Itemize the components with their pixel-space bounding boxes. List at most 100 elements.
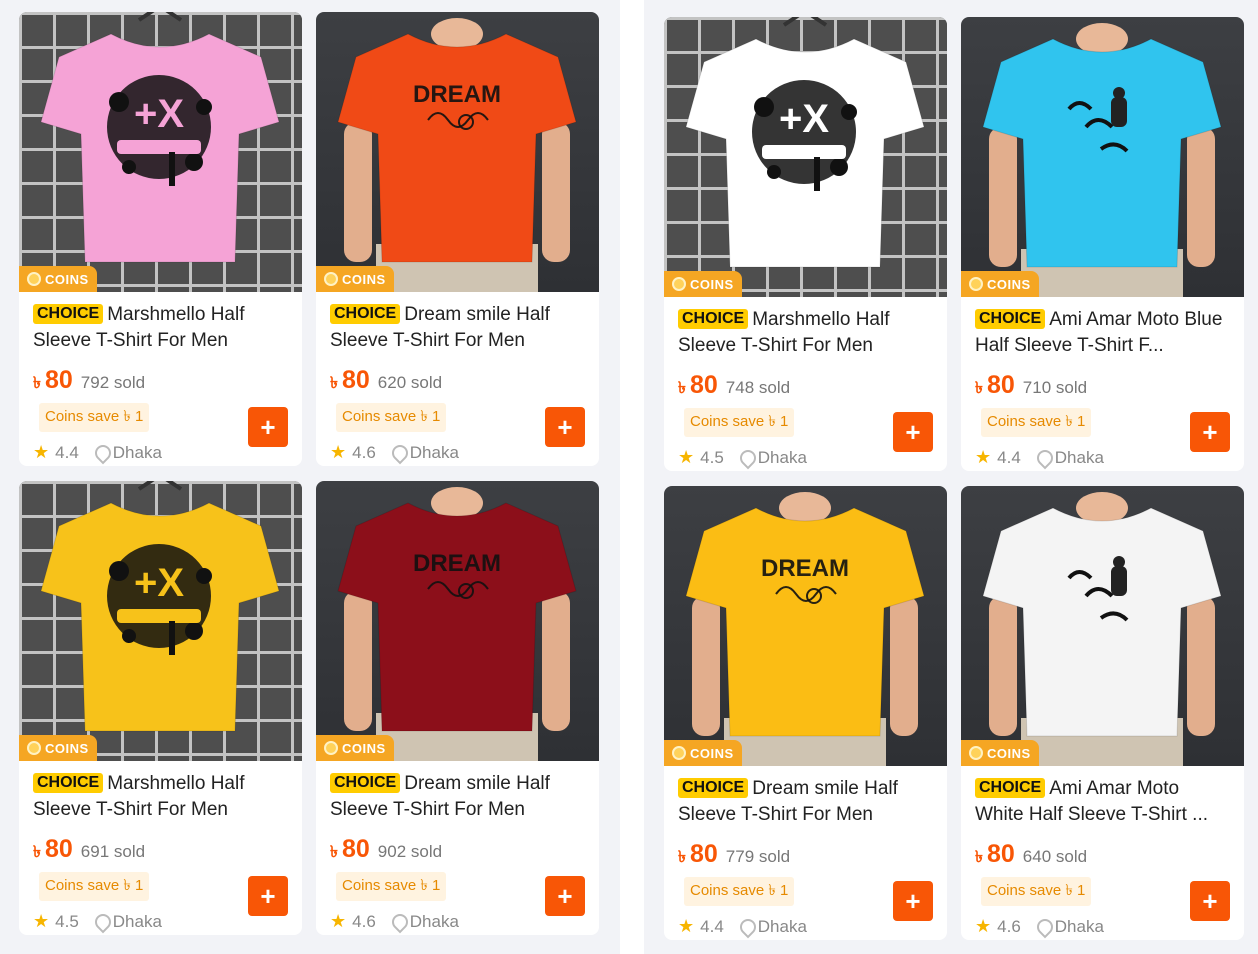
currency-symbol: ৳ [678, 380, 686, 397]
rating-value: 4.4 [997, 447, 1021, 467]
product-card[interactable]: +X COINS CHOICE Marshmello Half Sleeve T-… [664, 17, 947, 471]
coins-save-tag: Coins save ৳ 1 [981, 408, 1092, 437]
coins-badge: COINS [664, 271, 742, 297]
product-title[interactable]: CHOICE Marshmello Half Sleeve T-Shirt For… [33, 771, 288, 823]
location-pin-icon [1037, 919, 1049, 935]
rating-value: 4.5 [700, 447, 724, 467]
tshirt-image [982, 23, 1222, 297]
star-icon: ★ [33, 442, 50, 462]
svg-text:DREAM: DREAM [761, 555, 849, 582]
star-icon: ★ [678, 916, 695, 936]
product-card[interactable]: +X COINS CHOICE Marshmello Half Sleeve T-… [19, 481, 302, 935]
product-title[interactable]: CHOICE Marshmello Half Sleeve T-Shirt For… [33, 302, 288, 354]
coins-badge: COINS [961, 740, 1039, 766]
product-title[interactable]: CHOICE Dream smile Half Sleeve T-Shirt Fo… [330, 302, 585, 354]
product-title[interactable]: CHOICE Dream smile Half Sleeve T-Shirt Fo… [330, 771, 585, 823]
product-price: ৳ 80 [330, 366, 370, 397]
add-to-cart-button[interactable]: + [893, 881, 933, 921]
location-text: Dhaka [757, 916, 807, 936]
product-image[interactable]: +X COINS [664, 17, 947, 297]
product-image[interactable]: DREAM COINS [664, 486, 947, 766]
location-text: Dhaka [409, 911, 459, 931]
price-value: 80 [44, 366, 73, 394]
currency-symbol: ৳ [33, 375, 41, 392]
location-text: Dhaka [112, 911, 162, 931]
coins-save-tag: Coins save ৳ 1 [336, 872, 447, 901]
svg-text:DREAM: DREAM [413, 81, 501, 108]
price-row: ৳ 80 748 sold [678, 371, 933, 402]
coins-badge-label: COINS [342, 271, 386, 287]
coins-badge: COINS [961, 271, 1039, 297]
choice-badge: CHOICE [33, 773, 104, 793]
coins-badge-label: COINS [45, 271, 89, 287]
product-card[interactable]: COINS CHOICE Ami Amar Moto Blue Half Slee… [961, 17, 1244, 471]
star-icon: ★ [330, 911, 347, 931]
product-card[interactable]: DREAM COINS CHOICE Dream smile Half Sleev… [664, 486, 947, 940]
add-to-cart-button[interactable]: + [893, 412, 933, 452]
coins-badge-label: COINS [987, 276, 1031, 292]
product-card[interactable]: +X COINS CHOICE Marshmello Half Sleeve T-… [19, 12, 302, 466]
coins-save-tag: Coins save ৳ 1 [39, 872, 150, 901]
coins-badge-label: COINS [987, 745, 1031, 761]
location-text: Dhaka [112, 442, 162, 462]
currency-symbol: ৳ [33, 844, 41, 861]
currency-symbol: ৳ [330, 375, 338, 392]
add-to-cart-button[interactable]: + [1190, 881, 1230, 921]
product-image[interactable]: DREAM COINS [316, 12, 599, 292]
star-icon: ★ [330, 442, 347, 462]
star-icon: ★ [678, 447, 695, 467]
add-to-cart-button[interactable]: + [545, 407, 585, 447]
product-image[interactable]: COINS [961, 17, 1244, 297]
choice-badge: CHOICE [33, 304, 104, 324]
rating-value: 4.6 [352, 911, 376, 931]
add-to-cart-button[interactable]: + [248, 407, 288, 447]
rating-value: 4.6 [352, 442, 376, 462]
sold-count: 640 sold [1022, 847, 1088, 866]
add-to-cart-button[interactable]: + [545, 876, 585, 916]
tshirt-image: +X [40, 12, 280, 263]
product-card[interactable]: COINS CHOICE Ami Amar Moto White Half Sle… [961, 486, 1244, 940]
price-value: 80 [689, 371, 718, 399]
coins-save-tag: Coins save ৳ 1 [684, 408, 795, 437]
product-title[interactable]: CHOICE Ami Amar Moto Blue Half Sleeve T-S… [975, 307, 1230, 359]
add-to-cart-button[interactable]: + [248, 876, 288, 916]
location-text: Dhaka [757, 447, 807, 467]
coin-icon [324, 272, 338, 286]
location-pin-icon [392, 445, 404, 461]
price-value: 80 [986, 840, 1015, 868]
product-title[interactable]: CHOICE Ami Amar Moto White Half Sleeve T-… [975, 776, 1230, 828]
currency-symbol: ৳ [975, 380, 983, 397]
choice-badge: CHOICE [975, 778, 1046, 798]
product-title[interactable]: CHOICE Marshmello Half Sleeve T-Shirt For… [678, 307, 933, 359]
coin-icon [969, 277, 983, 291]
sold-count: 620 sold [377, 373, 443, 392]
choice-badge: CHOICE [330, 304, 401, 324]
price-value: 80 [689, 840, 718, 868]
coins-badge-label: COINS [690, 276, 734, 292]
tshirt-image: DREAM [337, 487, 577, 761]
coin-icon [27, 741, 41, 755]
location-text: Dhaka [1054, 447, 1104, 467]
product-card[interactable]: DREAM COINS CHOICE Dream smile Half Sleev… [316, 481, 599, 935]
sold-count: 779 sold [725, 847, 791, 866]
svg-text:DREAM: DREAM [413, 550, 501, 577]
product-image[interactable]: COINS [961, 486, 1244, 766]
price-value: 80 [44, 835, 73, 863]
coins-save-tag: Coins save ৳ 1 [981, 877, 1092, 906]
coins-save-tag: Coins save ৳ 1 [39, 403, 150, 432]
product-title[interactable]: CHOICE Dream smile Half Sleeve T-Shirt Fo… [678, 776, 933, 828]
rating-value: 4.5 [55, 911, 79, 931]
coin-icon [969, 746, 983, 760]
product-image[interactable]: DREAM COINS [316, 481, 599, 761]
price-row: ৳ 80 691 sold [33, 835, 288, 866]
location-pin-icon [1037, 450, 1049, 466]
sold-count: 748 sold [725, 378, 791, 397]
product-image[interactable]: +X COINS [19, 12, 302, 292]
star-icon: ★ [33, 911, 50, 931]
add-to-cart-button[interactable]: + [1190, 412, 1230, 452]
product-card[interactable]: DREAM COINS CHOICE Dream smile Half Sleev… [316, 12, 599, 466]
product-price: ৳ 80 [678, 840, 718, 871]
tshirt-image: DREAM [685, 492, 925, 766]
choice-badge: CHOICE [330, 773, 401, 793]
product-image[interactable]: +X COINS [19, 481, 302, 761]
